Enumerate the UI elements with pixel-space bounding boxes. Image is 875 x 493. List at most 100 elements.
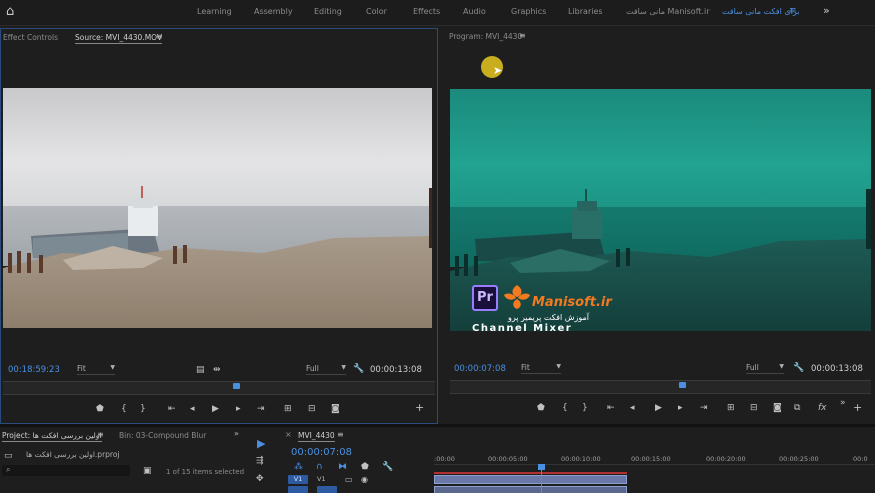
hamburger-icon[interactable]: ≡	[789, 6, 797, 16]
tab-effect-controls[interactable]: Effect Controls	[3, 33, 58, 42]
track-source-v1[interactable]: V1	[288, 475, 308, 484]
program-current-timecode[interactable]: 00:00:07:08	[454, 364, 506, 374]
new-bin-icon[interactable]: ▣	[143, 466, 152, 476]
workspace-tab-learning[interactable]: Learning	[197, 7, 232, 16]
home-icon[interactable]: ⌂	[6, 5, 20, 19]
source-timeline-ruler[interactable]	[3, 381, 435, 395]
workspace-tab-effects[interactable]: Effects	[413, 7, 440, 16]
program-monitor-panel: Program: MVI_4430 ≡ Pr Manisoft.ir آموزش…	[441, 28, 875, 424]
project-file-label: اولین بررسی افکت ها.prproj	[26, 450, 120, 459]
overwrite-icon[interactable]: ⊟	[308, 404, 316, 414]
workspace-tab-active[interactable]: برای افکت مانی سافت	[722, 7, 800, 16]
selection-tool-icon[interactable]: ▶	[257, 438, 265, 449]
workspace-tab-libraries[interactable]: Libraries	[568, 7, 603, 16]
tab-bin[interactable]: Bin: 03-Compound Blur	[119, 431, 206, 440]
panel-menu-icon[interactable]: ≡	[519, 31, 526, 40]
go-to-out-icon[interactable]: ⇥	[257, 404, 265, 414]
panel-menu-icon[interactable]: ≡	[97, 430, 104, 439]
track-target-v1[interactable]	[288, 486, 308, 493]
workspace-tab-audio[interactable]: Audio	[463, 7, 486, 16]
tab-source[interactable]: Source: MVI_4430.MOV	[75, 33, 163, 44]
double-chevron-right-icon[interactable]: »	[823, 4, 830, 17]
video-clip-lower[interactable]	[434, 486, 627, 493]
add-marker-icon[interactable]: ⬟	[537, 403, 545, 413]
go-to-in-icon[interactable]: ⇤	[607, 403, 615, 413]
track-v1-label: V1	[317, 475, 326, 483]
workspace-tab-manisoft[interactable]: مانی سافت Manisoft.ir	[626, 7, 710, 16]
wrench-icon[interactable]: 🔧	[353, 364, 364, 374]
go-to-in-icon[interactable]: ⇤	[168, 404, 176, 414]
double-chevron-right-icon[interactable]: »	[840, 398, 846, 408]
mark-in-icon[interactable]: {	[562, 403, 568, 413]
timeline-panel: × MVI_4430 ≡ 00:00:07:08 ⁂ ∩ ⧓ ⬟ 🔧 V1 V1…	[281, 427, 875, 493]
double-chevron-right-icon[interactable]: »	[234, 429, 239, 438]
program-quality-dropdown[interactable]: Full ▼	[746, 363, 784, 374]
ruler-label: 00:0	[853, 455, 868, 463]
linked-selection-icon[interactable]: ⧓	[338, 462, 347, 472]
selection-info: 1 of 15 items selected	[166, 468, 245, 476]
add-marker-icon[interactable]: ⬟	[361, 462, 369, 472]
ruler-label: 00:00:05:00	[488, 455, 528, 463]
close-icon[interactable]: ×	[285, 430, 292, 439]
program-playhead[interactable]	[679, 382, 686, 388]
add-button-icon[interactable]: +	[415, 402, 424, 413]
video-clip[interactable]	[434, 475, 627, 484]
tab-sequence[interactable]: MVI_4430	[298, 431, 335, 442]
camera-icon[interactable]: ◙	[331, 404, 340, 414]
panel-menu-icon[interactable]: ≡	[337, 430, 344, 439]
track-target-v1-alt[interactable]	[317, 486, 337, 493]
camera-icon[interactable]: ◙	[773, 403, 782, 413]
workspace-tab-graphics[interactable]: Graphics	[511, 7, 546, 16]
comparison-view-icon[interactable]: ⧉	[794, 403, 800, 413]
track-select-tool-icon[interactable]: ⇶	[256, 456, 264, 466]
insert-icon[interactable]: ⊞	[284, 404, 292, 414]
source-playhead[interactable]	[233, 383, 240, 389]
play-icon[interactable]: ▶	[655, 403, 662, 413]
source-quality-dropdown[interactable]: Full ▼	[306, 364, 346, 375]
source-fit-dropdown[interactable]: Fit ▼	[77, 364, 115, 375]
search-icon: ⌕	[6, 465, 11, 474]
mark-out-icon[interactable]: }	[140, 404, 146, 414]
add-button-icon[interactable]: +	[853, 402, 862, 413]
program-duration: 00:00:13:08	[811, 364, 863, 374]
snap-icon[interactable]: ∩	[316, 462, 323, 472]
step-forward-icon[interactable]: ▸	[678, 403, 683, 413]
track-lock-icon[interactable]: ▭	[345, 475, 353, 485]
program-video-frame[interactable]: Pr Manisoft.ir آموزش افکت پریمیر پرو Cha…	[450, 89, 871, 331]
fx-icon[interactable]: fx	[818, 403, 827, 413]
step-back-icon[interactable]: ◂	[630, 403, 635, 413]
chevron-down-icon: ▼	[779, 363, 784, 370]
extract-icon[interactable]: ⊟	[750, 403, 758, 413]
tab-project[interactable]: Project: اولین بررسی افکت ها	[2, 431, 102, 442]
add-marker-icon[interactable]: ⬟	[96, 404, 104, 414]
wrench-icon[interactable]: 🔧	[793, 363, 804, 373]
nest-icon[interactable]: ⁂	[294, 462, 303, 472]
ruler-label: 00:00:15:00	[631, 455, 671, 463]
source-video-frame[interactable]	[3, 88, 432, 328]
wrench-icon[interactable]: 🔧	[382, 462, 393, 472]
step-back-icon[interactable]: ◂	[190, 404, 195, 414]
project-search-input[interactable]: ⌕	[2, 465, 130, 476]
export-frame-settings-icon[interactable]: ▤	[196, 365, 205, 375]
timeline-ruler[interactable]: :00:00 00:00:05:00 00:00:10:00 00:00:15:…	[434, 447, 875, 470]
insert-source-icon[interactable]: ⇹	[213, 365, 221, 375]
go-to-out-icon[interactable]: ⇥	[700, 403, 708, 413]
panel-menu-icon[interactable]: ≡	[156, 32, 163, 41]
timeline-timecode[interactable]: 00:00:07:08	[291, 447, 352, 458]
program-timeline-ruler[interactable]	[450, 380, 871, 394]
workspace-tab-editing[interactable]: Editing	[314, 7, 342, 16]
ripple-edit-tool-icon[interactable]: ✥	[256, 474, 264, 484]
play-icon[interactable]: ▶	[212, 404, 219, 414]
mark-out-icon[interactable]: }	[582, 403, 588, 413]
mark-in-icon[interactable]: {	[121, 404, 127, 414]
program-fit-dropdown[interactable]: Fit ▼	[521, 363, 561, 374]
lift-icon[interactable]: ⊞	[727, 403, 735, 413]
source-current-timecode[interactable]: 00:18:59:23	[8, 365, 60, 375]
tab-program[interactable]: Program: MVI_4430	[449, 32, 522, 41]
workspace-tab-assembly[interactable]: Assembly	[254, 7, 293, 16]
workspace-tab-color[interactable]: Color	[366, 7, 387, 16]
program-quality-label: Full	[746, 363, 759, 372]
step-forward-icon[interactable]: ▸	[236, 404, 241, 414]
source-transport-controls: ⬟ { } ⇤ ◂ ▶ ▸ ⇥ ⊞ ⊟ ◙ +	[1, 401, 439, 417]
eye-icon[interactable]: ◉	[361, 475, 368, 485]
